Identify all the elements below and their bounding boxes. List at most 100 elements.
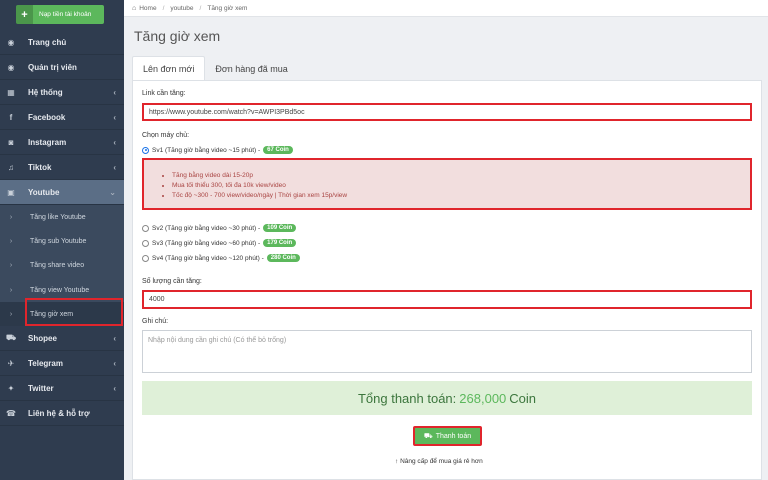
price-badge: 280 Coin	[266, 254, 300, 262]
chevron-right-icon: ›	[9, 310, 13, 318]
tab-divider	[132, 80, 762, 81]
sidebar-subitem-label: Tăng view Youtube	[30, 286, 90, 294]
sidebar-item-label: Telegram	[28, 358, 63, 368]
breadcrumb: ⌂ Home / youtube / Tăng giờ xem	[124, 0, 768, 17]
server-option-label: Sv4 (Tăng giờ bằng video ~120 phút) -	[152, 254, 264, 262]
dashboard-icon: ◉	[7, 62, 15, 72]
tab-purchased-orders[interactable]: Đơn hàng đã mua	[205, 56, 297, 81]
chevron-left-icon: ‹	[113, 162, 116, 172]
info-line: Mua tối thiểu 300, tối đa 10k view/video	[172, 182, 347, 189]
sidebar-item-twitter[interactable]: ✦ Twitter ‹	[0, 376, 124, 402]
sidebar: + Nạp tiền tài khoản ◉ Trang chủ ◉ Quản …	[0, 0, 124, 480]
quantity-input[interactable]: 4000	[142, 290, 752, 309]
chevron-right-icon: ›	[9, 262, 13, 270]
price-badge: 67 Coin	[263, 146, 293, 154]
server-option-label: Sv3 (Tăng giờ bằng video ~60 phút) -	[152, 239, 261, 247]
chevron-right-icon: ›	[9, 213, 13, 221]
topup-button[interactable]: + Nạp tiền tài khoản	[16, 5, 104, 24]
tab-new-order[interactable]: Lên đơn mới	[132, 56, 206, 81]
quantity-label: Số lượng cần tăng:	[142, 278, 202, 285]
sidebar-nav: ◉ Trang chủ ◉ Quản trị viên ▦ Hệ thống ‹…	[0, 30, 124, 427]
sidebar-item-label: Youtube	[28, 187, 60, 197]
sidebar-item-label: Twitter	[28, 383, 54, 393]
topup-label: Nạp tiền tài khoản	[39, 11, 92, 18]
chevron-left-icon: ‹	[113, 137, 116, 147]
server-info-box: Tăng bằng video dài 15-20p Mua tối thiểu…	[142, 158, 752, 210]
sidebar-subitem-youtube-share[interactable]: › Tăng share video	[0, 254, 124, 278]
sidebar-subitem-label: Tăng like Youtube	[30, 213, 86, 221]
upgrade-text: Nâng cấp để mua giá rẻ hơn	[400, 458, 483, 465]
sidebar-item-label: Tiktok	[28, 162, 52, 172]
total-unit: Coin	[509, 390, 537, 406]
youtube-icon: ▣	[7, 187, 15, 197]
breadcrumb-home[interactable]: Home	[139, 5, 156, 12]
total-prefix: Tổng thanh toán:	[357, 390, 457, 406]
server-option-sv2[interactable]: Sv2 (Tăng giờ bằng video ~30 phút) - 109…	[142, 224, 297, 232]
server-option-sv1[interactable]: Sv1 (Tăng giờ bằng video ~15 phút) - 67 …	[142, 146, 293, 154]
sidebar-item-label: Facebook	[28, 112, 66, 122]
server-option-label: Sv2 (Tăng giờ bằng video ~30 phút) -	[152, 224, 261, 232]
sidebar-item-label: Shopee	[28, 333, 57, 343]
info-line: Tăng bằng video dài 15-20p	[172, 172, 347, 179]
total-amount: 268,000	[459, 390, 507, 406]
page-title: Tăng giờ xem	[134, 28, 221, 44]
note-textarea[interactable]: Nhập nội dung cần ghi chú (Có thể bỏ trố…	[142, 330, 752, 373]
link-input[interactable]: https://www.youtube.com/watch?v=AWPI3PBd…	[142, 103, 752, 121]
chevron-left-icon: ‹	[113, 383, 116, 393]
chevron-left-icon: ‹	[113, 87, 116, 97]
sidebar-item-label: Quản trị viên	[28, 62, 77, 72]
sidebar-item-youtube[interactable]: ▣ Youtube ⌄	[0, 180, 124, 205]
chevron-right-icon: ›	[9, 237, 13, 245]
server-option-label: Sv1 (Tăng giờ bằng video ~15 phút) -	[152, 146, 261, 154]
sidebar-item-label: Liên hệ & hỗ trợ	[28, 408, 90, 418]
link-label: Link cần tăng:	[142, 90, 186, 97]
music-icon: ♫	[8, 162, 14, 172]
sidebar-item-label: Trang chủ	[28, 37, 67, 47]
radio-sv2[interactable]	[142, 224, 149, 232]
sidebar-item-tiktok[interactable]: ♫ Tiktok ‹	[0, 155, 124, 180]
sidebar-item-admin[interactable]: ◉ Quản trị viên	[0, 55, 124, 80]
twitter-icon: ✦	[7, 383, 15, 393]
breadcrumb-current: Tăng giờ xem	[207, 4, 248, 12]
sidebar-item-system[interactable]: ▦ Hệ thống ‹	[0, 80, 124, 105]
cart-icon: ⛟	[5, 333, 17, 343]
chevron-left-icon: ‹	[113, 112, 116, 122]
chevron-down-icon: ⌄	[109, 187, 116, 197]
server-option-sv3[interactable]: Sv3 (Tăng giờ bằng video ~60 phút) - 179…	[142, 239, 297, 247]
cart-icon: ⛟	[423, 432, 433, 440]
sidebar-item-shopee[interactable]: ⛟ Shopee ‹	[0, 326, 124, 352]
radio-sv3[interactable]	[142, 239, 149, 247]
info-line: Tốc độ ~300 - 700 view/video/ngày | Thời…	[172, 192, 347, 199]
sidebar-item-label: Instagram	[28, 137, 67, 147]
sidebar-item-instagram[interactable]: ◙ Instagram ‹	[0, 130, 124, 155]
server-option-sv4[interactable]: Sv4 (Tăng giờ bằng video ~120 phút) - 28…	[142, 254, 300, 262]
chevron-left-icon: ‹	[113, 333, 116, 343]
telegram-icon: ✈	[7, 358, 15, 368]
plus-icon: +	[16, 5, 33, 24]
sidebar-subitem-label: Tăng share video	[30, 262, 85, 270]
chevron-left-icon: ‹	[113, 358, 116, 368]
sidebar-highlight-box	[25, 298, 123, 326]
sidebar-subitem-youtube-sub[interactable]: › Tăng sub Youtube	[0, 229, 124, 253]
support-icon: ☎	[6, 408, 16, 418]
arrow-up-icon: ↑	[395, 458, 399, 465]
radio-sv4[interactable]	[142, 254, 149, 262]
chevron-right-icon: ›	[9, 286, 13, 294]
sidebar-subitem-youtube-like[interactable]: › Tăng like Youtube	[0, 205, 124, 229]
grid-icon: ▦	[7, 87, 15, 97]
breadcrumb-separator: /	[162, 4, 165, 12]
total-box: Tổng thanh toán: 268,000 Coin	[142, 381, 752, 415]
breadcrumb-separator: /	[199, 4, 202, 12]
price-badge: 179 Coin	[263, 239, 297, 247]
home-icon: ⌂	[132, 4, 137, 12]
breadcrumb-youtube[interactable]: youtube	[170, 5, 193, 12]
radio-sv1[interactable]	[142, 146, 149, 154]
note-label: Ghi chú:	[142, 318, 169, 325]
upgrade-link[interactable]: ↑ Nâng cấp để mua giá rẻ hơn	[395, 458, 483, 465]
sidebar-item-telegram[interactable]: ✈ Telegram ‹	[0, 351, 124, 377]
pay-button[interactable]: ⛟ Thanh toán	[413, 426, 482, 446]
sidebar-item-home[interactable]: ◉ Trang chủ	[0, 30, 124, 55]
sidebar-item-support[interactable]: ☎ Liên hệ & hỗ trợ	[0, 401, 124, 427]
dashboard-icon: ◉	[7, 37, 15, 47]
sidebar-item-facebook[interactable]: f Facebook ‹	[0, 105, 124, 130]
